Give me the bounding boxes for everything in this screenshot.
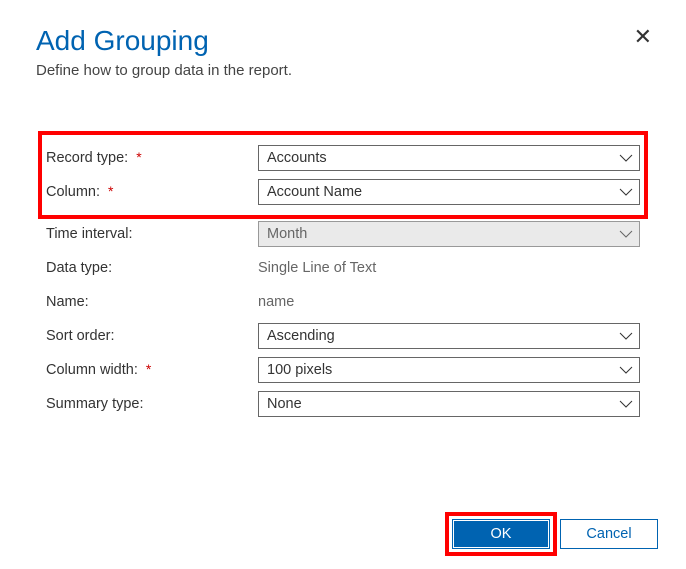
label-record-type: Record type: <box>46 150 128 166</box>
row-name: Name: name <box>46 285 640 319</box>
label-sort-order: Sort order: <box>46 328 115 344</box>
row-time-interval: Time interval: Month <box>46 217 640 251</box>
chevron-down-icon <box>619 366 633 374</box>
name-value: name <box>258 294 294 310</box>
row-column: Column: * Account Name <box>46 175 640 209</box>
label-column-width: Column width: <box>46 362 138 378</box>
label-column: Column: <box>46 184 100 200</box>
dialog-title: Add Grouping <box>36 24 650 58</box>
summary-type-value: None <box>267 396 302 412</box>
required-marker: * <box>146 361 151 377</box>
label-summary-type: Summary type: <box>46 396 144 412</box>
close-button[interactable]: ✕ <box>634 26 652 48</box>
label-data-type: Data type: <box>46 260 112 276</box>
dialog-header: Add Grouping Define how to group data in… <box>36 24 650 79</box>
summary-type-select[interactable]: None <box>258 391 640 417</box>
highlight-records-columns: Record type: * Accounts Column: * Accoun… <box>46 139 640 211</box>
row-summary-type: Summary type: None <box>46 387 640 421</box>
label-name: Name: <box>46 294 89 310</box>
sort-order-select[interactable]: Ascending <box>258 323 640 349</box>
chevron-down-icon <box>619 154 633 162</box>
required-marker: * <box>108 183 113 199</box>
label-time-interval: Time interval: <box>46 226 132 242</box>
chevron-down-icon <box>619 188 633 196</box>
column-select[interactable]: Account Name <box>258 179 640 205</box>
ok-button[interactable]: OK <box>452 519 550 549</box>
column-width-value: 100 pixels <box>267 362 332 378</box>
chevron-down-icon <box>619 400 633 408</box>
dialog-footer: OK Cancel <box>452 519 658 549</box>
row-sort-order: Sort order: Ascending <box>46 319 640 353</box>
cancel-label: Cancel <box>586 526 631 542</box>
row-data-type: Data type: Single Line of Text <box>46 251 640 285</box>
close-icon: ✕ <box>634 24 652 49</box>
record-type-select[interactable]: Accounts <box>258 145 640 171</box>
dialog-subtitle: Define how to group data in the report. <box>36 62 650 79</box>
row-record-type: Record type: * Accounts <box>46 141 640 175</box>
ok-label: OK <box>491 526 512 542</box>
chevron-down-icon <box>619 230 633 238</box>
data-type-value: Single Line of Text <box>258 260 376 276</box>
column-value: Account Name <box>267 184 362 200</box>
time-interval-value: Month <box>267 226 307 242</box>
form: Record type: * Accounts Column: * Accoun… <box>36 139 650 421</box>
column-width-select[interactable]: 100 pixels <box>258 357 640 383</box>
chevron-down-icon <box>619 332 633 340</box>
record-type-value: Accounts <box>267 150 327 166</box>
sort-order-value: Ascending <box>267 328 335 344</box>
time-interval-select: Month <box>258 221 640 247</box>
required-marker: * <box>136 149 141 165</box>
row-column-width: Column width: * 100 pixels <box>46 353 640 387</box>
cancel-button[interactable]: Cancel <box>560 519 658 549</box>
